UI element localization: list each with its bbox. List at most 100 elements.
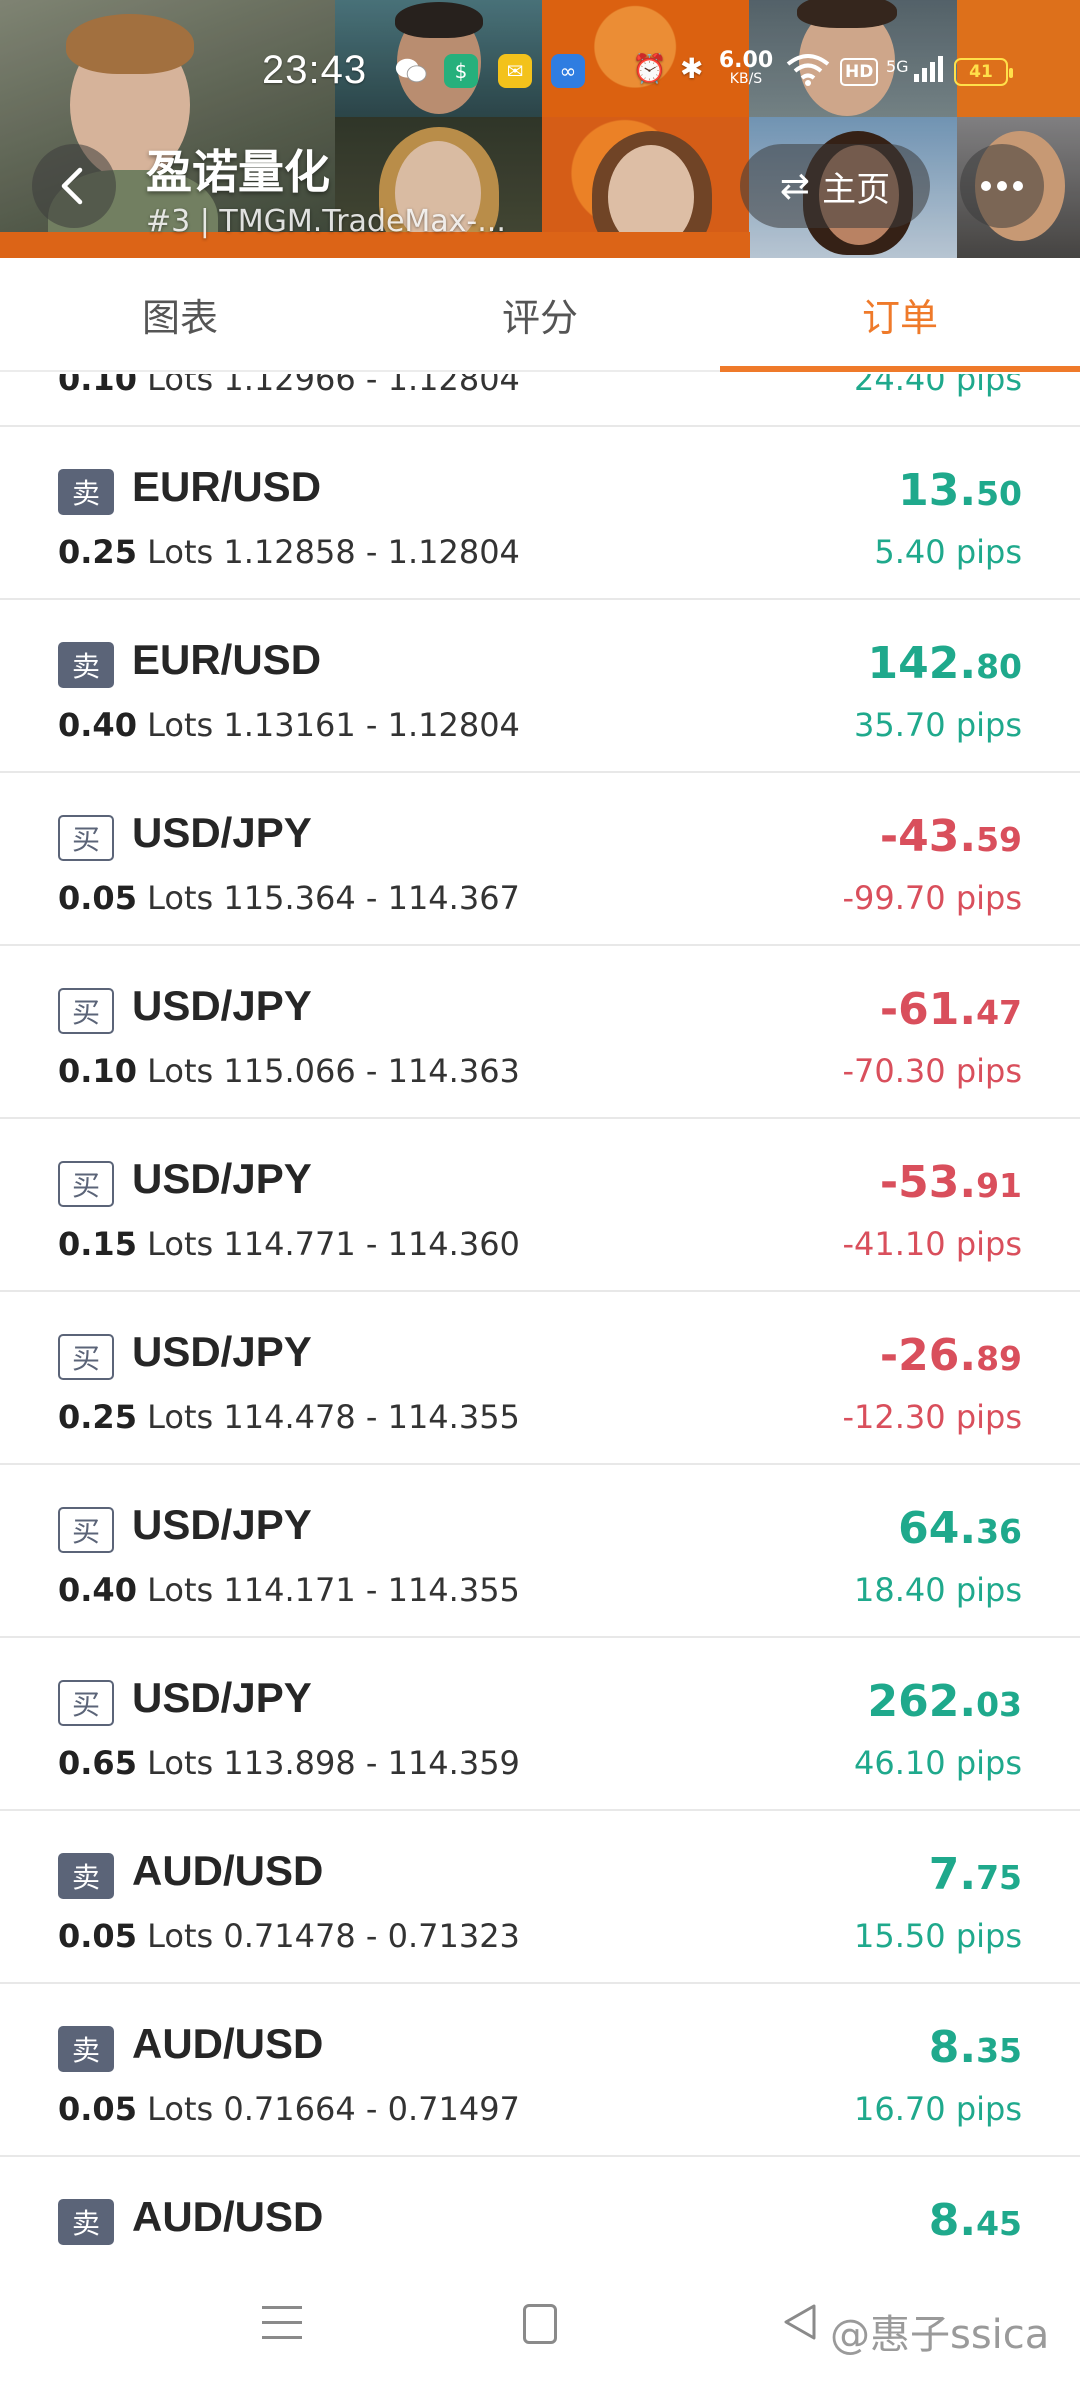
status-bar: 23:43 $ ✉ ∞ ⏰ ✱ 6.00 KB/S HD 5G 41 xyxy=(0,38,1080,108)
order-row[interactable]: 卖 AUD/USD 0.05 Lots 0.71664 - 0.71497 8.35 1… xyxy=(0,1984,1080,2157)
order-row[interactable]: 买 USD/JPY 0.10 Lots 115.066 - 114.363 -61.4… xyxy=(0,946,1080,1119)
order-row[interactable]: 买 USD/JPY 0.40 Lots 114.171 - 114.355 64.36… xyxy=(0,1465,1080,1638)
order-profit-int: 13. xyxy=(898,465,977,516)
order-detail: 0.65 Lots 113.898 - 114.359 xyxy=(58,1744,520,1782)
net-speed-indicator: 6.00 KB/S xyxy=(718,50,774,87)
tab-rating[interactable]: 评分 xyxy=(360,258,720,370)
order-symbol: USD/JPY xyxy=(132,1328,312,1375)
order-profit-int: -53. xyxy=(879,1157,977,1208)
order-prices: 114.171 - 114.355 xyxy=(223,1571,520,1609)
alarm-icon: ⏰ xyxy=(632,52,667,85)
order-symbol: EUR/USD xyxy=(132,463,322,510)
buy-badge: 买 xyxy=(58,1507,114,1553)
order-profit-int: 7. xyxy=(928,1849,977,1900)
order-detail: 0.10 Lots 115.066 - 114.363 xyxy=(58,1052,520,1090)
tab-bar: 图表 评分 订单 xyxy=(0,258,1080,372)
order-profit-int: -26. xyxy=(879,1330,977,1381)
order-symbol: AUD/USD xyxy=(132,2193,324,2240)
order-pips: -12.30 pips xyxy=(842,1398,1022,1436)
order-prices: 115.066 - 114.363 xyxy=(223,1052,520,1090)
order-lots-unit: Lots xyxy=(147,1917,214,1955)
order-pips: 15.50 pips xyxy=(854,1917,1022,1955)
order-profit-int: 8. xyxy=(928,2022,977,2073)
order-row[interactable]: 卖 EUR/USD 0.40 Lots 1.13161 - 1.12804 142.8… xyxy=(0,600,1080,773)
more-options-button[interactable] xyxy=(960,144,1044,228)
page-title: 盈诺量化 xyxy=(146,145,330,199)
tab-chart[interactable]: 图表 xyxy=(0,258,360,370)
sell-badge: 卖 xyxy=(58,469,114,515)
order-profit: 142.80 xyxy=(868,638,1023,689)
order-profit: -61.47 xyxy=(880,984,1022,1035)
order-row[interactable]: 买 USD/JPY 0.05 Lots 115.364 - 114.367 -43.5… xyxy=(0,773,1080,946)
order-profit-int: 262. xyxy=(867,1676,977,1727)
order-lots: 0.05 xyxy=(58,1917,137,1955)
buy-badge: 买 xyxy=(58,815,114,861)
bluetooth-icon: ✱ xyxy=(680,52,704,85)
order-pips: 35.70 pips xyxy=(854,706,1022,744)
recent-apps-button[interactable] xyxy=(262,2306,302,2346)
order-symbol: USD/JPY xyxy=(132,1674,312,1721)
order-lots-unit: Lots xyxy=(147,879,214,917)
mail-icon: ✉ xyxy=(498,54,532,88)
order-profit-dec: 03 xyxy=(976,1685,1022,1724)
order-row[interactable]: 买 USD/JPY 0.25 Lots 114.478 - 114.355 -26.8… xyxy=(0,1292,1080,1465)
buy-badge: 买 xyxy=(58,988,114,1034)
order-lots: 0.25 xyxy=(58,533,137,571)
wifi-icon xyxy=(786,52,830,93)
order-profit: 13.50 xyxy=(898,465,1022,516)
order-profit: -53.91 xyxy=(880,1157,1022,1208)
order-lots: 0.15 xyxy=(58,1225,137,1263)
watermark: @惠子ssica xyxy=(830,2312,1050,2358)
more-dot xyxy=(997,181,1007,191)
order-list[interactable]: 卖 EUR/USD 0.10 Lots 1.12966 - 1.12804 24.40… xyxy=(0,374,1080,2264)
order-lots: 0.40 xyxy=(58,706,137,744)
order-pips: -41.10 pips xyxy=(842,1225,1022,1263)
order-detail: 0.05 Lots 115.364 - 114.367 xyxy=(58,879,520,917)
order-profit: 262.03 xyxy=(868,1676,1023,1727)
sell-badge: 卖 xyxy=(58,642,114,688)
buy-badge: 买 xyxy=(58,1334,114,1380)
order-prices: 113.898 - 114.359 xyxy=(223,1744,520,1782)
back-nav-button[interactable] xyxy=(782,2302,818,2346)
order-profit: 8.45 xyxy=(929,2195,1022,2246)
order-row[interactable]: 卖 EUR/USD 0.25 Lots 1.12858 - 1.12804 13.50… xyxy=(0,427,1080,600)
tab-orders[interactable]: 订单 xyxy=(720,258,1080,372)
order-profit: -26.89 xyxy=(880,1330,1022,1381)
order-row[interactable]: 卖AUD/USD0.05 Lots 0.71834 - 0.716658.451… xyxy=(0,2157,1080,2264)
order-profit-dec: 36 xyxy=(976,1512,1022,1551)
order-profit: 7.75 xyxy=(929,1849,1022,1900)
order-row[interactable]: 卖EUR/USD0.10 Lots 1.12966 - 1.1280424.40… xyxy=(0,374,1080,427)
buy-badge: 买 xyxy=(58,1680,114,1726)
order-profit-dec: 80 xyxy=(976,647,1022,686)
order-pips: 18.40 pips xyxy=(854,1571,1022,1609)
order-lots: 0.10 xyxy=(58,1052,137,1090)
order-detail: 0.15 Lots 114.771 - 114.360 xyxy=(58,1225,520,1263)
order-list-content: 卖 EUR/USD 0.10 Lots 1.12966 - 1.12804 24.40… xyxy=(0,374,1080,2264)
order-prices: 115.364 - 114.367 xyxy=(223,879,520,917)
hd-voice-badge: HD xyxy=(840,58,879,86)
home-button[interactable]: ⇄ 主页 xyxy=(740,144,930,228)
order-pips: 5.40 pips xyxy=(874,533,1022,571)
order-prices: 1.13161 - 1.12804 xyxy=(223,706,520,744)
order-row[interactable]: 买 USD/JPY 0.65 Lots 113.898 - 114.359 262.0… xyxy=(0,1638,1080,1811)
order-row[interactable]: 卖 AUD/USD 0.05 Lots 0.71478 - 0.71323 7.75 1… xyxy=(0,1811,1080,1984)
order-lots-unit: Lots xyxy=(147,1744,214,1782)
battery-icon: 41 xyxy=(954,58,1013,86)
order-profit: 64.36 xyxy=(898,1503,1022,1554)
order-profit-dec: 45 xyxy=(976,2204,1022,2243)
home-nav-button[interactable] xyxy=(523,2304,557,2344)
app-header: 23:43 $ ✉ ∞ ⏰ ✱ 6.00 KB/S HD 5G 41 盈诺量化 … xyxy=(0,0,1080,258)
swap-icon: ⇄ xyxy=(779,165,811,207)
order-prices: 114.478 - 114.355 xyxy=(223,1398,520,1436)
order-lots: 0.05 xyxy=(58,879,137,917)
triangle-back-icon xyxy=(784,2304,816,2340)
order-row[interactable]: 买 USD/JPY 0.15 Lots 114.771 - 114.360 -53.9… xyxy=(0,1119,1080,1292)
order-lots-unit: Lots xyxy=(147,374,214,398)
order-prices: 1.12966 - 1.12804 xyxy=(223,374,520,398)
order-detail: 0.05 Lots 0.71478 - 0.71323 xyxy=(58,1917,520,1955)
order-profit-int: -43. xyxy=(879,811,977,862)
order-symbol: AUD/USD xyxy=(132,2020,324,2067)
wechat-icon xyxy=(394,54,428,88)
order-prices: 0.71664 - 0.71497 xyxy=(223,2090,520,2128)
back-button[interactable] xyxy=(32,144,116,228)
